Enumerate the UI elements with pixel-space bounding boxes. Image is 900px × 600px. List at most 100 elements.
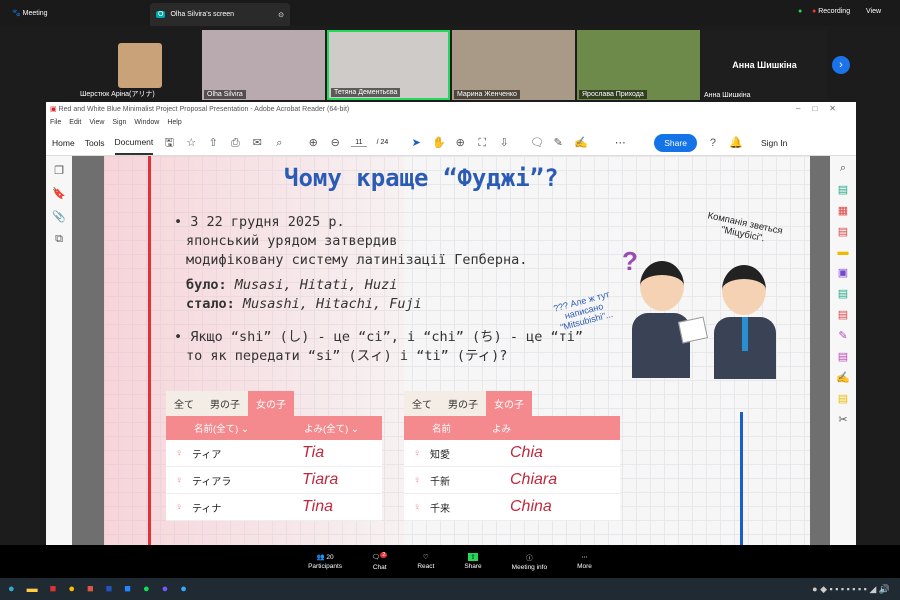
tab-home[interactable]: Home bbox=[52, 138, 75, 148]
reading-cell: Tina bbox=[302, 498, 333, 515]
video-tile[interactable]: Olha Silvira bbox=[202, 30, 325, 100]
highlight-icon[interactable]: ✎ bbox=[552, 137, 564, 149]
video-tile[interactable]: Ярослава Приходa bbox=[577, 30, 700, 100]
participants-button[interactable]: 👥 20 Participants bbox=[308, 553, 342, 570]
zoom-icon[interactable]: ⌕ bbox=[840, 162, 846, 175]
comment-tool-icon[interactable]: ▬ bbox=[838, 246, 849, 258]
search-icon[interactable]: ⌕ bbox=[273, 137, 285, 149]
table-row: ♀ ティア Tia bbox=[166, 440, 382, 467]
next-arrow-icon[interactable]: › bbox=[832, 56, 850, 74]
now-label: стало: bbox=[186, 296, 235, 312]
col-reading[interactable]: よみ bbox=[492, 421, 511, 435]
heart-icon: ♡ bbox=[422, 554, 429, 561]
spotify-icon[interactable]: ● bbox=[143, 583, 150, 595]
screen-share-tab[interactable]: O Olha Silvira's screen ⊙ bbox=[150, 3, 290, 26]
tab-boys[interactable]: 男の子 bbox=[440, 391, 486, 416]
fill-sign-icon[interactable]: ✎ bbox=[838, 329, 847, 342]
telegram-icon[interactable]: ● bbox=[180, 583, 187, 595]
more-icon[interactable]: ⊙ bbox=[278, 11, 284, 19]
app-64-icon[interactable]: ■ bbox=[50, 583, 57, 595]
tab-girls[interactable]: 女の子 bbox=[486, 391, 532, 416]
meeting-info-button[interactable]: ⓘ Meeting info bbox=[512, 552, 547, 571]
print-icon[interactable]: ⎙ bbox=[229, 137, 241, 149]
save-icon[interactable]: 🖫 bbox=[163, 137, 175, 149]
tab-all[interactable]: 全て bbox=[404, 391, 440, 416]
protect-icon[interactable]: ▤ bbox=[838, 350, 848, 363]
menu-edit[interactable]: Edit bbox=[69, 119, 81, 126]
compress-icon[interactable]: ▤ bbox=[838, 308, 848, 321]
prev-page-icon[interactable]: ⊕ bbox=[307, 137, 319, 149]
sign-icon[interactable]: ✍ bbox=[574, 137, 588, 149]
hand-icon[interactable]: ✋ bbox=[432, 137, 446, 149]
next-page-icon[interactable]: ⊖ bbox=[329, 137, 341, 149]
explorer-icon[interactable]: ▬ bbox=[27, 583, 38, 595]
menu-sign[interactable]: Sign bbox=[112, 119, 126, 126]
organize-icon[interactable]: ▦ bbox=[838, 204, 848, 217]
attachment-icon[interactable]: 📎 bbox=[52, 210, 66, 223]
help-icon[interactable]: ? bbox=[707, 137, 719, 149]
bullet-1-line: японський урядом затвердив bbox=[186, 233, 398, 249]
tab-document[interactable]: Document bbox=[114, 131, 154, 155]
zoom-app-icon[interactable]: ■ bbox=[124, 583, 131, 595]
comment-icon[interactable]: 🗨 bbox=[530, 137, 544, 149]
view-button[interactable]: View bbox=[866, 8, 881, 15]
word-icon[interactable]: ■ bbox=[106, 583, 113, 595]
tab-tools[interactable]: Tools bbox=[85, 138, 105, 148]
menu-file[interactable]: File bbox=[50, 119, 61, 126]
pages-icon[interactable]: ❐ bbox=[54, 164, 64, 177]
tab-all[interactable]: 全て bbox=[166, 391, 202, 416]
more-button[interactable]: ⋯ More bbox=[577, 553, 592, 570]
tab-boys[interactable]: 男の子 bbox=[202, 391, 248, 416]
share-screen-button[interactable]: ⇧ Share bbox=[464, 553, 482, 570]
stamp-icon[interactable]: ▤ bbox=[838, 392, 848, 405]
bell-icon[interactable]: 🔔 bbox=[729, 137, 743, 149]
viber-icon[interactable]: ● bbox=[162, 583, 169, 595]
create-pdf-icon[interactable]: ▤ bbox=[838, 183, 848, 196]
recording-indicator[interactable]: ● Recording bbox=[812, 8, 850, 15]
name-cell: 千新 bbox=[430, 476, 450, 488]
tab-girls[interactable]: 女の子 bbox=[248, 391, 294, 416]
video-tile-off[interactable]: Анна Шишкіна Анна Шишкіна bbox=[702, 30, 827, 100]
participant-avatar[interactable] bbox=[118, 43, 162, 88]
menu-view[interactable]: View bbox=[89, 119, 104, 126]
bullet-1: • З 22 грудня 2025 р. японський урядом з… bbox=[174, 213, 583, 366]
shield-icon: ● bbox=[798, 8, 803, 15]
layers-icon[interactable]: ⧉ bbox=[55, 233, 63, 246]
powerpoint-icon[interactable]: ■ bbox=[87, 583, 94, 595]
menu-window[interactable]: Window bbox=[134, 119, 159, 126]
export-pdf-icon[interactable]: ▤ bbox=[838, 225, 848, 238]
fit-page-icon[interactable]: ⛶ bbox=[476, 137, 488, 149]
zoom-in-icon[interactable]: ⊕ bbox=[454, 137, 466, 149]
cursor-icon[interactable]: ➤ bbox=[410, 137, 422, 149]
video-tile[interactable]: Марина Женченко bbox=[452, 30, 575, 100]
chat-button[interactable]: 🗨 2 Chat bbox=[372, 552, 388, 571]
system-tray[interactable]: ● ◆ ▪ ▪ ▪ ▪ ▪ ▪ ▪ ◢ 🔊 bbox=[812, 584, 890, 595]
window-controls[interactable]: –□✕ bbox=[796, 104, 848, 113]
col-name[interactable]: 名前 bbox=[404, 421, 492, 435]
participant-name: Шерстюк Аріна(アリナ) bbox=[80, 91, 155, 98]
bookmark-icon[interactable]: 🔖 bbox=[52, 187, 66, 200]
video-tile-active[interactable]: Тетяна Дементьєва bbox=[327, 30, 450, 100]
name-cell: 知愛 bbox=[430, 449, 450, 461]
upload-icon[interactable]: ⇧ bbox=[207, 137, 219, 149]
share-button[interactable]: Share bbox=[654, 133, 697, 152]
edit-pdf-icon[interactable]: ▤ bbox=[838, 287, 848, 300]
edge-icon[interactable]: ● bbox=[8, 583, 15, 595]
col-name[interactable]: 名前(全て) ⌄ bbox=[166, 421, 286, 435]
star-icon[interactable]: ☆ bbox=[185, 137, 197, 149]
mail-icon[interactable]: ✉ bbox=[251, 137, 263, 149]
more-tools-icon[interactable]: ⋯ bbox=[614, 137, 626, 149]
sign-in-button[interactable]: Sign In bbox=[761, 138, 787, 148]
chrome-icon[interactable]: ● bbox=[68, 583, 75, 595]
col-reading[interactable]: よみ(全て) ⌄ bbox=[304, 421, 359, 435]
react-label: React bbox=[417, 563, 435, 570]
react-button[interactable]: ♡ React bbox=[417, 553, 434, 570]
meeting-menu[interactable]: 🐾 Meeting bbox=[12, 9, 48, 17]
menu-help[interactable]: Help bbox=[167, 119, 181, 126]
scroll-mode-icon[interactable]: ⇩ bbox=[498, 137, 510, 149]
page-number-input[interactable]: 11 bbox=[351, 139, 367, 147]
request-sign-icon[interactable]: ✍ bbox=[836, 371, 850, 384]
table-row: ♀ 知愛 Chia bbox=[404, 440, 620, 467]
combine-icon[interactable]: ▣ bbox=[838, 266, 848, 279]
tools-icon[interactable]: ✂ bbox=[838, 413, 847, 426]
